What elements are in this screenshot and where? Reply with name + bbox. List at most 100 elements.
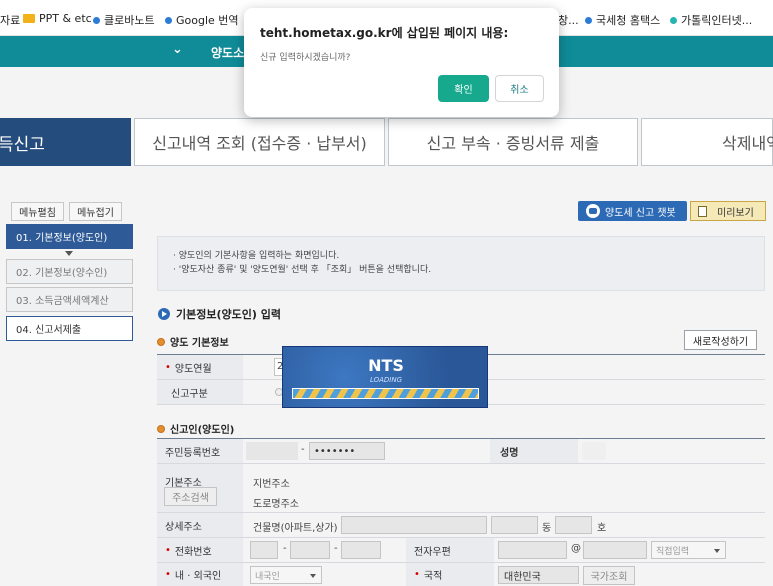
transfer-info-title: 양도 기본정보: [157, 334, 229, 349]
tab-label: 신고 부속 · 증빙서류 제출: [426, 134, 600, 153]
arrow-down-icon: [65, 251, 73, 256]
label-text: 상세주소: [165, 521, 202, 533]
road-address-text: 도로명주소: [253, 499, 299, 510]
tab-history[interactable]: 신고내역 조회 (접수증 · 납부서): [134, 118, 385, 166]
reporter-title: 신고인(양도인): [157, 421, 234, 436]
country-label: • 국적: [406, 563, 494, 586]
row-divider: [157, 463, 765, 464]
bookmark-label: 클로바노트: [104, 14, 155, 27]
bookmark-label: PPT & etc: [39, 12, 92, 25]
year-month-label: • 양도연월: [157, 355, 243, 379]
country-search-button[interactable]: 국가조회: [583, 566, 635, 585]
label-text: 내 · 외국인: [174, 571, 222, 582]
ssn-separator: -: [301, 444, 305, 455]
confirm-dialog: teht.hometax.go.kr에 삽입된 페이지 내용: 신규 입력하시겠…: [244, 8, 559, 117]
bookmark-item[interactable]: 국세청 홈택스: [585, 12, 660, 28]
ho-field[interactable]: [555, 516, 592, 534]
menu-item-submit[interactable]: 04. 신고서제출: [6, 316, 133, 341]
hometax-page: 자료 PPT & etc 클로바노트 Google 번역 창... 국세청 홈택…: [0, 0, 773, 586]
bookmark-item[interactable]: 가톨릭인터넷...: [670, 12, 752, 28]
bookmark-label: 국세청 홈택스: [596, 14, 661, 27]
email-label: 전자우편: [406, 538, 494, 562]
notice-box: · 양도인의 기본사항을 입력하는 화면입니다. · '양도자산 종류' 및 '…: [157, 236, 765, 291]
bookmark-item[interactable]: PPT & etc: [23, 12, 92, 25]
header-title[interactable]: 양도소: [211, 44, 244, 61]
name-label: 성명: [490, 439, 578, 463]
tab-label: 삭제내역: [722, 134, 773, 153]
dong-field[interactable]: [491, 516, 538, 534]
building-field[interactable]: [341, 516, 487, 534]
tab-label: 신고내역 조회 (접수증 · 납부서): [152, 134, 367, 153]
label-text: 신고구분: [171, 388, 208, 400]
chevron-down-icon[interactable]: ⌄: [172, 42, 183, 57]
bullet-icon: [157, 424, 165, 433]
bookmark-item[interactable]: 클로바노트: [93, 12, 155, 28]
menu-item-tax-calc[interactable]: 03. 소득금액세액계산: [6, 287, 133, 312]
bookmark-label: 창...: [558, 14, 579, 27]
bookmark-item[interactable]: 자료: [0, 12, 20, 28]
bookmark-label: 자료: [0, 14, 21, 27]
notice-line: · 양도인의 기본사항을 입력하는 화면입니다.: [173, 251, 340, 261]
nationality-label: • 내 · 외국인: [157, 563, 243, 586]
menu-collapse-button[interactable]: 메뉴접기: [69, 202, 122, 221]
email-id-field[interactable]: [498, 541, 567, 559]
lot-address-text: 지번주소: [253, 479, 290, 490]
menu-item-basic-transferor[interactable]: 01. 기본정보(양도인): [6, 224, 133, 249]
label-text: 양도연월: [174, 363, 212, 375]
blue-dot-icon: [93, 16, 100, 24]
nationality-select[interactable]: 내국인: [250, 566, 322, 584]
chatbot-button[interactable]: 양도세 신고 챗봇: [578, 201, 687, 221]
new-entry-button[interactable]: 새로작성하기: [684, 330, 757, 350]
bookmark-label: Google 번역: [176, 14, 239, 27]
bookmark-item[interactable]: Google 번역: [165, 12, 239, 28]
bookmark-label: 가톨릭인터넷...: [681, 14, 753, 27]
building-label: 건물명(아파트,상가): [253, 523, 338, 534]
dialog-title: teht.hometax.go.kr에 삽입된 페이지 내용:: [260, 26, 509, 40]
chatbot-label: 양도세 신고 챗봇: [605, 207, 676, 219]
document-icon: [698, 205, 707, 217]
ok-button[interactable]: 확인: [438, 75, 489, 102]
section-title: 기본정보(양도인) 입력: [158, 306, 281, 322]
phone-label: • 전화번호: [157, 538, 243, 562]
section-title-text: 기본정보(양도인) 입력: [176, 308, 281, 321]
menu-expand-button[interactable]: 메뉴펼침: [11, 202, 64, 221]
teal-dot-icon: [670, 16, 677, 24]
bookmark-item[interactable]: 창...: [558, 12, 579, 28]
phone-field-1[interactable]: [250, 541, 278, 559]
preview-label: 미리보기: [717, 207, 754, 219]
phone-field-3[interactable]: [341, 541, 381, 559]
email-domain-field[interactable]: [583, 541, 647, 559]
ssn-first-field[interactable]: [246, 442, 298, 460]
loading-panel: NTS LOADING: [282, 346, 488, 408]
tab-filing[interactable]: 득신고: [0, 118, 131, 166]
email-domain-select[interactable]: 직접입력: [651, 541, 726, 559]
tab-attachments[interactable]: 신고 부속 · 증빙서류 제출: [388, 118, 638, 166]
arrow-circle-icon: [158, 308, 170, 320]
bullet-icon: [157, 337, 165, 346]
report-type-label: 신고구분: [157, 380, 243, 404]
folder-icon: [23, 13, 35, 23]
loading-subtitle: LOADING: [369, 376, 403, 384]
phone-separator: -: [283, 543, 287, 554]
ssn-second-field[interactable]: •••••••: [309, 442, 385, 460]
loading-progress-bar: [292, 388, 479, 399]
dialog-message: 신규 입력하시겠습니까?: [260, 53, 351, 63]
address-search-button[interactable]: 주소검색: [164, 487, 217, 506]
ho-text: 호: [597, 523, 607, 534]
country-field[interactable]: 대한민국: [498, 566, 579, 584]
ssn-label: 주민등록번호: [157, 439, 243, 463]
cancel-button[interactable]: 취소: [495, 75, 544, 102]
email-at-text: @: [571, 543, 581, 554]
name-value: [582, 442, 606, 460]
menu-item-basic-transferee[interactable]: 02. 기본정보(양수인): [6, 259, 133, 284]
tab-deleted[interactable]: 삭제내역: [641, 118, 773, 166]
table-top-border: [157, 438, 765, 439]
phone-field-2[interactable]: [290, 541, 330, 559]
sub-title-text: 양도 기본정보: [170, 338, 229, 349]
phone-separator: -: [334, 543, 338, 554]
detail-address-label: 상세주소: [157, 513, 243, 537]
preview-button[interactable]: 미리보기: [690, 201, 766, 221]
label-text: 주민등록번호: [165, 447, 221, 459]
blue-dot-icon: [585, 16, 592, 24]
blue-dot-icon: [165, 16, 172, 24]
